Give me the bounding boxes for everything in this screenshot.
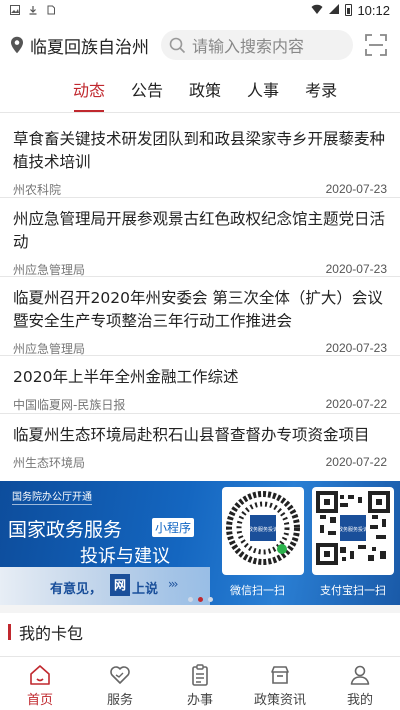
tab-announcement[interactable]: 公告 <box>130 72 164 112</box>
status-time: 10:12 <box>357 2 390 18</box>
alipay-qr-code: 政务服务投诉 <box>312 487 394 575</box>
wifi-icon <box>311 3 323 18</box>
news-item[interactable]: 2020年上半年全州金融工作综述 中国临夏网-民族日报 2020-07-22 <box>0 356 400 414</box>
search-input[interactable]: 请输入搜索内容 <box>161 30 353 60</box>
news-item[interactable]: 草食畜关键技术研发团队到和政县梁家寺乡开展藜麦种植技术培训 州农科院 2020-… <box>0 118 400 198</box>
location-pin-icon[interactable] <box>10 36 24 54</box>
nav-policy-news[interactable]: 政策资讯 <box>240 657 320 710</box>
banner-slogan-part-a: 有意见， <box>50 582 103 597</box>
status-left-icons <box>10 5 56 15</box>
banner-subtitle: 投诉与建议 <box>80 546 170 567</box>
clipboard-icon <box>192 664 208 686</box>
scan-icon[interactable] <box>364 33 388 57</box>
search-placeholder: 请输入搜索内容 <box>192 37 305 56</box>
tabs-divider <box>0 112 400 113</box>
banner-tag: 国务院办公厅开通 <box>12 488 92 505</box>
banner-slogan-strip <box>0 567 210 605</box>
shop-icon <box>271 666 289 684</box>
header: 临夏回族自治州 请输入搜索内容 <box>0 20 400 70</box>
news-date: 2020-07-22 <box>325 455 387 469</box>
sim-icon <box>46 5 56 15</box>
news-source: 州生态环境局 <box>13 455 86 470</box>
wechat-scan-caption: 微信扫一扫 <box>230 584 285 597</box>
news-source: 州农科院 <box>13 182 62 197</box>
nav-home-label: 首页 <box>26 693 53 708</box>
nav-policy-news-label: 政策资讯 <box>253 693 306 708</box>
qr-code-icon: 政务服务投诉 <box>226 491 300 565</box>
news-title: 临夏州生态环境局赴积石山县督查督办专项资金项目 <box>13 426 370 444</box>
tab-policy[interactable]: 政策 <box>188 72 222 112</box>
banner-slogan-stamp: 网 <box>110 574 130 596</box>
banner-title: 国家政务服务 <box>8 519 123 541</box>
carousel-dot[interactable] <box>188 597 193 602</box>
news-date: 2020-07-23 <box>325 341 387 355</box>
news-meta: 中国临夏网-民族日报 2020-07-22 <box>13 392 387 416</box>
news-meta: 州生态环境局 2020-07-22 <box>13 450 387 474</box>
tab-exam[interactable]: 考录 <box>304 72 338 112</box>
carousel-dot-active[interactable] <box>198 597 203 602</box>
news-source: 州应急管理局 <box>13 341 86 356</box>
promo-banner[interactable]: 国务院办公厅开通 国家政务服务 小程序 投诉与建议 有意见， 网 上说 ››› … <box>0 481 400 605</box>
qr-center-label: 政务服务投诉 <box>338 526 368 533</box>
section-separator <box>0 605 400 613</box>
qr-code-icon: 政务服务投诉 <box>316 491 390 565</box>
bottom-nav: 首页 服务 办事 政策资讯 我的 <box>0 657 400 710</box>
nav-service-label: 服务 <box>106 693 133 708</box>
signal-icon <box>328 3 340 18</box>
status-right-icons: 10:12 <box>311 3 390 18</box>
tab-dynamic[interactable]: 动态 <box>72 72 106 112</box>
download-icon <box>28 5 38 15</box>
banner-mini-program-label: 小程序 <box>152 518 195 537</box>
section-accent-bar <box>8 624 11 640</box>
news-source: 中国临夏网-民族日报 <box>13 397 126 412</box>
banner-slogan-part-b: 上说 <box>132 582 159 597</box>
wallet-section-header: 我的卡包 <box>0 616 400 648</box>
nav-home[interactable]: 首页 <box>0 657 80 710</box>
news-source: 州应急管理局 <box>13 262 86 277</box>
nav-service[interactable]: 服务 <box>80 657 160 710</box>
status-bar: 10:12 <box>0 0 400 20</box>
user-icon <box>350 665 370 685</box>
nav-mine-label: 我的 <box>346 693 373 708</box>
chevrons-icon: ››› <box>168 577 179 591</box>
news-item[interactable]: 临夏州生态环境局赴积石山县督查督办专项资金项目 州生态环境局 2020-07-2… <box>0 414 400 472</box>
search-icon <box>169 37 186 53</box>
nav-affairs-label: 办事 <box>186 693 213 708</box>
wechat-qr-code: 政务服务投诉 <box>222 487 304 575</box>
news-item[interactable]: 州应急管理局开展参观景古红色政权纪念馆主题党日活动 州应急管理局 2020-07… <box>0 198 400 277</box>
news-date: 2020-07-23 <box>325 262 387 276</box>
news-date: 2020-07-23 <box>325 182 387 196</box>
home-icon <box>30 665 50 685</box>
news-date: 2020-07-22 <box>325 397 387 411</box>
news-list: 草食畜关键技术研发团队到和政县梁家寺乡开展藜麦种植技术培训 州农科院 2020-… <box>0 118 400 472</box>
qr-center-label: 政务服务投诉 <box>248 526 278 533</box>
carousel-dot[interactable] <box>208 597 213 602</box>
battery-icon <box>345 4 353 16</box>
alipay-scan-caption: 支付宝扫一扫 <box>320 584 386 597</box>
news-title: 草食畜关键技术研发团队到和政县梁家寺乡开展藜麦种植技术培训 <box>13 130 386 171</box>
news-title: 2020年上半年全州金融工作综述 <box>13 368 239 386</box>
news-title: 州应急管理局开展参观景古红色政权纪念馆主题党日活动 <box>13 210 386 251</box>
category-tabs: 动态 公告 政策 人事 考录 <box>0 72 400 112</box>
news-title: 临夏州召开2020年州安委会 第三次全体（扩大）会议暨安全生产专项整治三年行动工… <box>13 289 383 330</box>
location-selector[interactable]: 临夏回族自治州 <box>30 33 149 58</box>
wallet-section-title: 我的卡包 <box>19 624 84 643</box>
carousel-indicator <box>188 597 213 602</box>
heart-hands-icon <box>110 666 130 684</box>
nav-mine[interactable]: 我的 <box>320 657 400 710</box>
image-icon <box>10 5 20 15</box>
tab-personnel[interactable]: 人事 <box>246 72 280 112</box>
nav-affairs[interactable]: 办事 <box>160 657 240 710</box>
news-item[interactable]: 临夏州召开2020年州安委会 第三次全体（扩大）会议暨安全生产专项整治三年行动工… <box>0 277 400 356</box>
